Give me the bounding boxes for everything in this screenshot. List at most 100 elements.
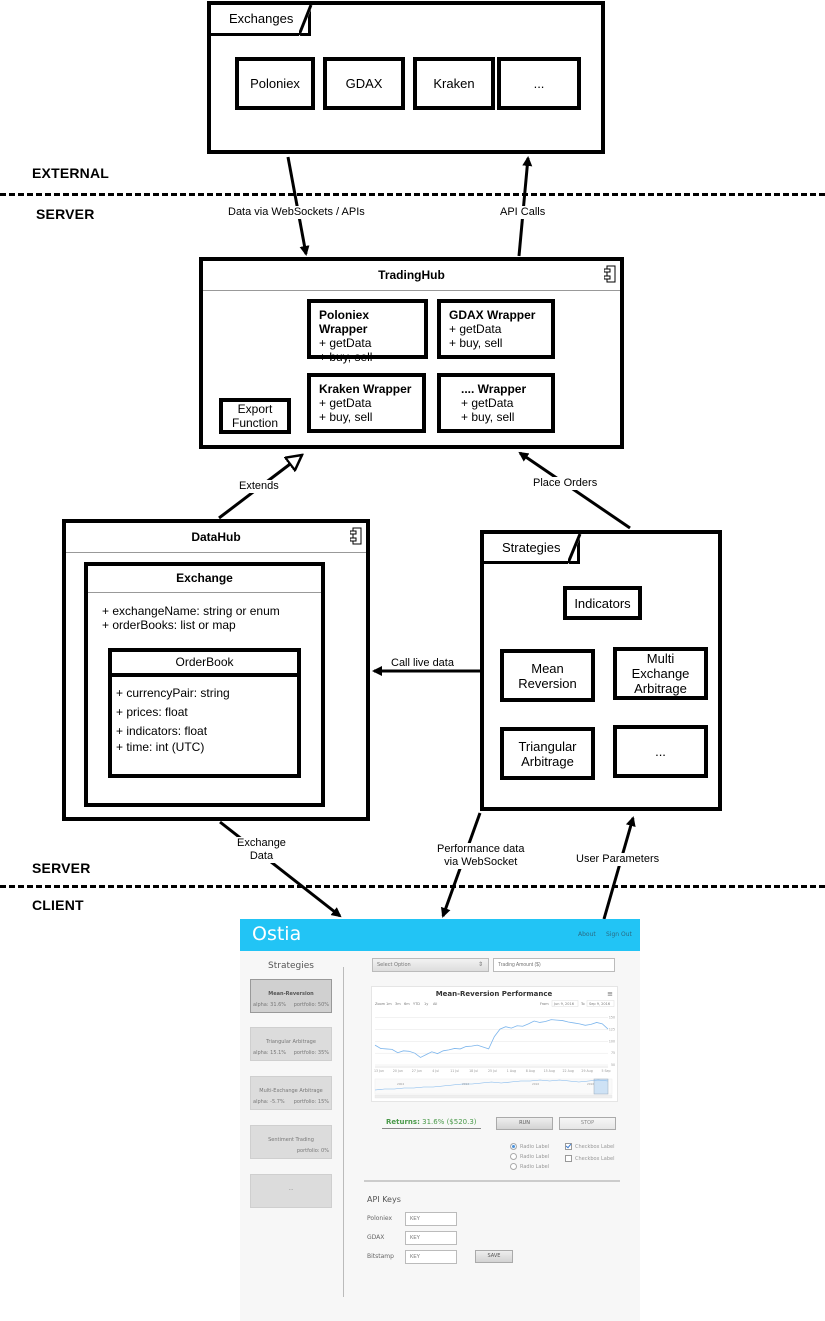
- radio-label: Radio Label: [520, 1154, 550, 1160]
- strategy-select[interactable]: Select Option ⇕: [372, 958, 489, 972]
- radio-label: Radio Label: [520, 1164, 550, 1170]
- chart-ytick-label: 100: [609, 1039, 615, 1043]
- card-portfolio: portfolio: 50%: [293, 1002, 329, 1008]
- stop-button[interactable]: STOP: [559, 1117, 616, 1130]
- run-button[interactable]: RUN: [496, 1117, 553, 1130]
- chart-ytick-label: 150: [609, 1016, 615, 1020]
- radio-label: Radio Label: [520, 1144, 550, 1150]
- card-name: Triangular Arbitrage: [266, 1039, 316, 1045]
- radio-button[interactable]: [510, 1153, 517, 1160]
- strategy-card-sentiment[interactable]: Sentiment Trading portfolio: 0%: [250, 1125, 332, 1159]
- checkbox[interactable]: [565, 1155, 572, 1162]
- chart-zoom-option[interactable]: All: [433, 1002, 437, 1006]
- chart-zoom-label: Zoom: [375, 1002, 386, 1006]
- arrow-user-parameters: [602, 816, 636, 920]
- radio-button[interactable]: [510, 1163, 517, 1170]
- chart-navigator-label: 2016: [587, 1082, 594, 1086]
- performance-chart-svg: Mean-Reversion Performance ≡ Zoom 1m 3m 6m YTD…: [374, 990, 615, 1099]
- chart-zoom-option[interactable]: 1y: [424, 1002, 428, 1006]
- card-name: Sentiment Trading: [268, 1137, 314, 1143]
- card-portfolio: portfolio: 35%: [293, 1050, 329, 1056]
- select-arrows-icon: ⇕: [477, 961, 483, 968]
- label-call-live-data: Call live data: [391, 657, 454, 669]
- api-key-input-bitstamp[interactable]: [405, 1250, 457, 1264]
- section-divider: [364, 1180, 620, 1182]
- api-keys-title: API Keys: [367, 1195, 401, 1204]
- chart-navigator-label: 2016: [532, 1082, 539, 1086]
- chart-xtick-label: 13 Jun: [374, 1069, 384, 1073]
- checkbox-option-2[interactable]: Checkbox Label: [565, 1155, 615, 1162]
- returns-value: 31.6% ($520.3): [422, 1118, 477, 1126]
- chart-series-line: [374, 1019, 609, 1058]
- card-alpha: alpha: -5.7%: [253, 1099, 285, 1105]
- chart-zoom-option[interactable]: 1m: [386, 1002, 392, 1006]
- returns-label: Returns:: [386, 1118, 420, 1126]
- chart-xtick-label: 20 Jun: [393, 1069, 403, 1073]
- client-app-mockup: Ostia About Sign Out Strategies Mean-Rev…: [240, 919, 640, 1321]
- label-user-parameters: User Parameters: [576, 853, 660, 866]
- chart-from-label: From: [540, 1002, 549, 1006]
- chart-navigator: [374, 1078, 613, 1095]
- strategy-card-mean-reversion[interactable]: Mean-Reversion alpha: 31.6% portfolio: 5…: [250, 979, 332, 1013]
- chart-ytick-label: 125: [609, 1028, 615, 1032]
- arrow-place-orders: [518, 451, 631, 530]
- app-header: Ostia About Sign Out: [240, 919, 640, 951]
- chart-to-label: To: [580, 1002, 585, 1006]
- label-api-calls: API Calls: [500, 206, 546, 219]
- label-line: Exchange: [237, 837, 286, 849]
- chart-menu-icon[interactable]: ≡: [607, 990, 613, 998]
- chart-ytick-label: 50: [611, 1063, 615, 1067]
- strategy-card-triangular[interactable]: Triangular Arbitrage alpha: 15.1% portfo…: [250, 1027, 332, 1061]
- chart-xtick-label: 25 Jul: [488, 1069, 497, 1073]
- api-key-input-poloniex[interactable]: [405, 1212, 457, 1226]
- chart-xtick-label: 18 Jul: [469, 1069, 478, 1073]
- chart-zoom-option[interactable]: 3m: [395, 1002, 401, 1006]
- card-portfolio: portfolio: 0%: [296, 1148, 329, 1154]
- radio-option-3[interactable]: Radio Label: [510, 1163, 549, 1170]
- label-extends: Extends: [239, 480, 279, 493]
- chart-xtick-label: 5 Sep: [601, 1069, 610, 1073]
- chart-xtick-label: 11 Jul: [450, 1069, 459, 1073]
- chart-navigator-label: 2004: [397, 1082, 404, 1086]
- chart-from-value: Jun 9, 2016: [553, 1002, 574, 1006]
- chart-scrollbar[interactable]: [374, 1094, 613, 1099]
- checkbox-option-1[interactable]: Checkbox Label: [565, 1143, 615, 1150]
- chart-xtick-label: 1 Aug: [507, 1069, 516, 1073]
- save-api-keys-button[interactable]: SAVE: [475, 1250, 513, 1263]
- chart-zoom-option[interactable]: 6m: [404, 1002, 410, 1006]
- chart-xtick-label: 8 Aug: [526, 1069, 535, 1073]
- radio-button[interactable]: [510, 1143, 517, 1150]
- api-key-label-bitstamp: Bitstamp: [367, 1253, 394, 1260]
- card-name: Multi-Exchange Arbitrage: [259, 1088, 323, 1094]
- api-key-label-poloniex: Poloniex: [367, 1215, 393, 1222]
- sidebar-divider: [343, 967, 344, 1297]
- chart-ytick-label: 75: [611, 1051, 615, 1055]
- checkbox[interactable]: [565, 1143, 572, 1150]
- card-alpha: alpha: 15.1%: [253, 1050, 287, 1056]
- api-key-label-gdax: GDAX: [367, 1234, 385, 1241]
- api-key-input-gdax[interactable]: [405, 1231, 457, 1245]
- radio-option-2[interactable]: Radio Label: [510, 1153, 549, 1160]
- label-line: Data: [249, 850, 274, 862]
- strategy-card-multi-exchange[interactable]: Multi-Exchange Arbitrage alpha: -5.7% po…: [250, 1076, 332, 1110]
- card-alpha: alpha: 31.6%: [253, 1002, 287, 1008]
- returns-display: Returns: 31.6% ($520.3): [382, 1118, 481, 1129]
- chart-title: Mean-Reversion Performance: [436, 990, 553, 998]
- trading-amount-input[interactable]: [493, 958, 615, 972]
- checkbox-label: Checkbox Label: [575, 1156, 615, 1162]
- select-value: Select Option: [377, 962, 411, 968]
- nav-about[interactable]: About: [578, 931, 596, 938]
- nav-sign-out[interactable]: Sign Out: [606, 931, 632, 938]
- chart-zoom-option[interactable]: YTD: [413, 1002, 420, 1006]
- strategy-card-more[interactable]: ...: [250, 1174, 332, 1208]
- chart-navigator-label: 2012: [462, 1082, 469, 1086]
- label-exchange-data: Exchange Data: [237, 837, 286, 863]
- label-data-via-websockets: Data via WebSockets / APIs: [228, 206, 365, 219]
- radio-option-1[interactable]: Radio Label: [510, 1143, 549, 1150]
- label-place-orders: Place Orders: [533, 477, 598, 490]
- performance-chart: Mean-Reversion Performance ≡ Zoom 1m 3m 6m YTD…: [371, 986, 618, 1102]
- card-portfolio: portfolio: 15%: [293, 1099, 329, 1105]
- sidebar-title: Strategies: [268, 961, 314, 971]
- chart-navigator-selection[interactable]: [593, 1078, 609, 1095]
- app-logo[interactable]: Ostia: [252, 923, 301, 945]
